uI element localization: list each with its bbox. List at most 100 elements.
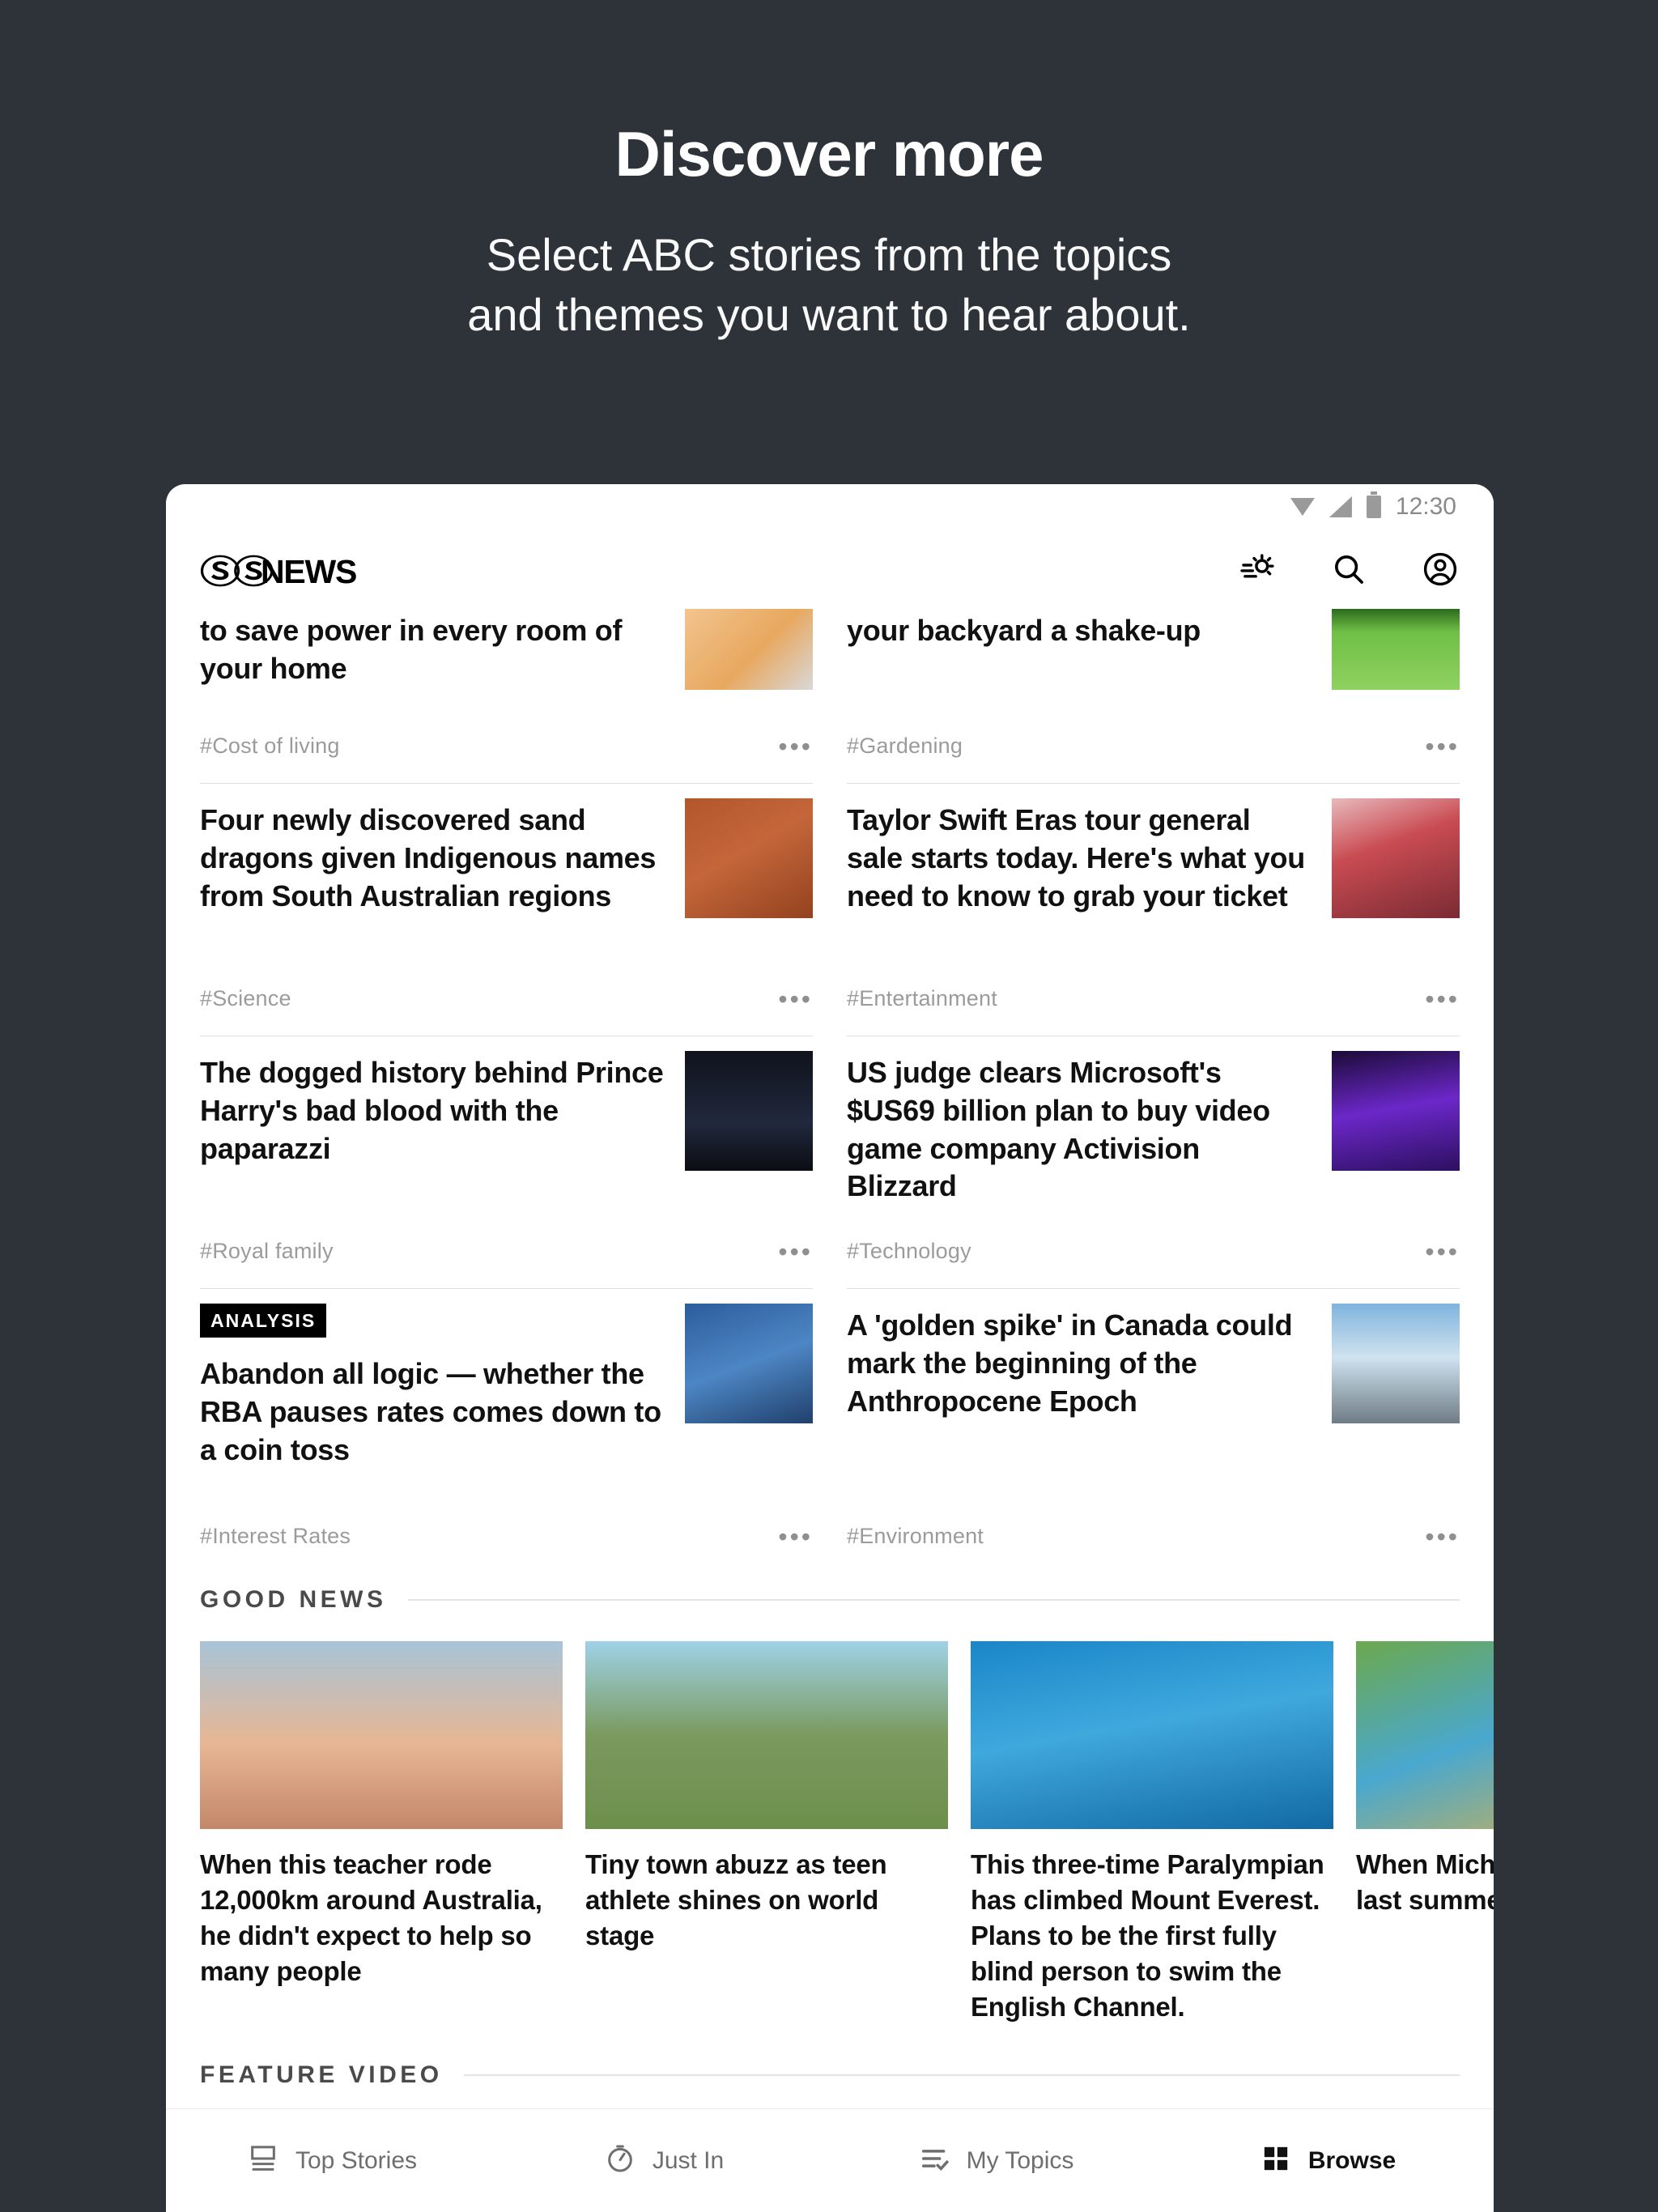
article-card[interactable]: Taylor Swift Eras tour general sale star… xyxy=(847,783,1460,1036)
nav-my-topics[interactable]: My Topics xyxy=(830,2142,1162,2179)
analysis-badge: ANALYSIS xyxy=(200,1304,327,1338)
abc-news-logo[interactable]: ⓈⓈ NEWS xyxy=(200,546,357,593)
article-headline: US judge clears Microsoft's $US69 billio… xyxy=(847,1056,1270,1203)
more-options-icon[interactable]: ••• xyxy=(1425,986,1460,1012)
article-headline: A 'golden spike' in Canada could mark th… xyxy=(847,1308,1293,1418)
article-headline: The dogged history behind Prince Harry's… xyxy=(200,1056,664,1165)
promo-subtitle-line-1: Select ABC stories from the topics xyxy=(486,228,1172,280)
good-news-carousel[interactable]: When this teacher rode 12,000km around A… xyxy=(166,1614,1494,2025)
good-news-card[interactable]: When this teacher rode 12,000km around A… xyxy=(200,1641,563,2024)
article-tag[interactable]: #Technology xyxy=(847,1239,971,1264)
good-news-title: When this teacher rode 12,000km around A… xyxy=(200,1849,542,1986)
article-tag[interactable]: #Entertainment xyxy=(847,986,997,1011)
clock-icon xyxy=(604,2142,636,2179)
app-bar-title: NEWS xyxy=(261,553,357,590)
good-news-image xyxy=(200,1641,563,1829)
section-divider xyxy=(407,1599,1460,1601)
article-meta: #Royal family ••• xyxy=(200,1221,813,1288)
more-options-icon[interactable]: ••• xyxy=(778,986,813,1012)
more-options-icon[interactable]: ••• xyxy=(778,734,813,759)
feature-video-section-header: FEATURE VIDEO xyxy=(166,2024,1494,2090)
article-row: to save power in every room of your home… xyxy=(200,609,1460,783)
good-news-section-header: GOOD NEWS xyxy=(166,1573,1494,1614)
article-tag[interactable]: #Royal family xyxy=(200,1239,334,1264)
article-card[interactable]: to save power in every room of your home… xyxy=(200,609,813,783)
article-tag[interactable]: #Environment xyxy=(847,1524,984,1549)
nav-top-stories[interactable]: Top Stories xyxy=(166,2142,498,2179)
article-card[interactable]: The dogged history behind Prince Harry's… xyxy=(200,1036,813,1288)
section-divider xyxy=(463,2074,1460,2077)
more-options-icon[interactable]: ••• xyxy=(778,1524,813,1550)
nav-browse[interactable]: Browse xyxy=(1162,2142,1494,2179)
article-thumbnail xyxy=(1332,1304,1460,1423)
article-row: ANALYSIS Abandon all logic — whether the… xyxy=(200,1288,1460,1573)
article-card[interactable]: ANALYSIS Abandon all logic — whether the… xyxy=(200,1288,813,1573)
article-card[interactable]: A 'golden spike' in Canada could mark th… xyxy=(847,1288,1460,1573)
good-news-title: This three-time Paralympian has climbed … xyxy=(971,1849,1324,2022)
article-thumbnail xyxy=(1332,798,1460,918)
section-title: GOOD NEWS xyxy=(200,1586,387,1613)
article-thumbnail xyxy=(1332,1051,1460,1171)
weather-icon[interactable] xyxy=(1239,551,1277,588)
top-stories-icon xyxy=(247,2142,279,2179)
article-headline: Taylor Swift Eras tour general sale star… xyxy=(847,803,1305,912)
article-card[interactable]: Four newly discovered sand dragons given… xyxy=(200,783,813,1036)
article-feed: to save power in every room of your home… xyxy=(166,609,1494,1573)
wifi-icon xyxy=(1290,498,1315,516)
status-bar-clock: 12:30 xyxy=(1395,493,1456,520)
article-meta: #Environment ••• xyxy=(847,1506,1460,1562)
promo-title: Discover more xyxy=(614,118,1044,189)
good-news-card[interactable]: This three-time Paralympian has climbed … xyxy=(971,1641,1333,2024)
good-news-title: When Michael due to lifegu last summer t… xyxy=(1356,1849,1494,1915)
article-thumbnail xyxy=(685,798,813,918)
article-headline: your backyard a shake-up xyxy=(847,614,1201,647)
phone-mockup: 12:30 ⓈⓈ NEWS to save power in every roo… xyxy=(166,484,1494,2212)
promo-header: Discover more Select ABC stories from th… xyxy=(0,0,1658,345)
good-news-card[interactable]: When Michael due to lifegu last summer t… xyxy=(1356,1641,1494,2024)
article-headline: Four newly discovered sand dragons given… xyxy=(200,803,657,912)
article-row: Four newly discovered sand dragons given… xyxy=(200,783,1460,1036)
more-options-icon[interactable]: ••• xyxy=(1425,1239,1460,1265)
bottom-navigation: Top Stories Just In My Topics Browse xyxy=(166,2108,1494,2212)
good-news-image xyxy=(971,1641,1333,1829)
section-title: FEATURE VIDEO xyxy=(200,2061,443,2089)
nav-label: Top Stories xyxy=(295,2146,418,2174)
nav-just-in[interactable]: Just In xyxy=(498,2142,830,2179)
more-options-icon[interactable]: ••• xyxy=(1425,734,1460,759)
app-bar: ⓈⓈ NEWS xyxy=(166,530,1494,609)
article-tag[interactable]: #Gardening xyxy=(847,734,963,759)
article-thumbnail xyxy=(685,1051,813,1171)
article-meta: #Entertainment ••• xyxy=(847,968,1460,1036)
abc-lissajous-icon: ⓈⓈ xyxy=(200,555,274,590)
article-meta: #Interest Rates ••• xyxy=(200,1506,813,1573)
account-icon[interactable] xyxy=(1421,550,1460,589)
article-thumbnail xyxy=(685,1304,813,1423)
article-tag[interactable]: #Science xyxy=(200,986,291,1011)
promo-subtitle-line-2: and themes you want to hear about. xyxy=(467,288,1191,340)
article-headline: Abandon all logic — whether the RBA paus… xyxy=(200,1357,661,1466)
nav-label: Just In xyxy=(652,2146,725,2174)
good-news-title: Tiny town abuzz as teen athlete shines o… xyxy=(585,1849,887,1950)
status-bar: 12:30 xyxy=(166,484,1494,530)
nav-label: Browse xyxy=(1307,2146,1397,2174)
article-tag[interactable]: #Cost of living xyxy=(200,734,340,759)
article-meta: #Cost of living ••• xyxy=(200,716,813,783)
article-thumbnail xyxy=(685,609,813,690)
more-options-icon[interactable]: ••• xyxy=(778,1239,813,1265)
article-card[interactable]: US judge clears Microsoft's $US69 billio… xyxy=(847,1036,1460,1288)
search-icon[interactable] xyxy=(1330,551,1367,588)
app-bar-actions xyxy=(1239,550,1460,589)
article-card[interactable]: your backyard a shake-up #Gardening ••• xyxy=(847,609,1460,783)
article-tag[interactable]: #Interest Rates xyxy=(200,1524,351,1549)
article-thumbnail xyxy=(1332,609,1460,690)
good-news-image xyxy=(1356,1641,1494,1829)
battery-icon xyxy=(1366,491,1381,518)
more-options-icon[interactable]: ••• xyxy=(1425,1524,1460,1550)
article-row: The dogged history behind Prince Harry's… xyxy=(200,1036,1460,1288)
promo-subtitle: Select ABC stories from the topics and t… xyxy=(0,225,1658,345)
good-news-card[interactable]: Tiny town abuzz as teen athlete shines o… xyxy=(585,1641,948,2024)
nav-label: My Topics xyxy=(966,2146,1074,2174)
grid-icon xyxy=(1260,2142,1292,2179)
my-topics-icon xyxy=(918,2142,950,2179)
article-meta: #Gardening ••• xyxy=(847,716,1460,783)
